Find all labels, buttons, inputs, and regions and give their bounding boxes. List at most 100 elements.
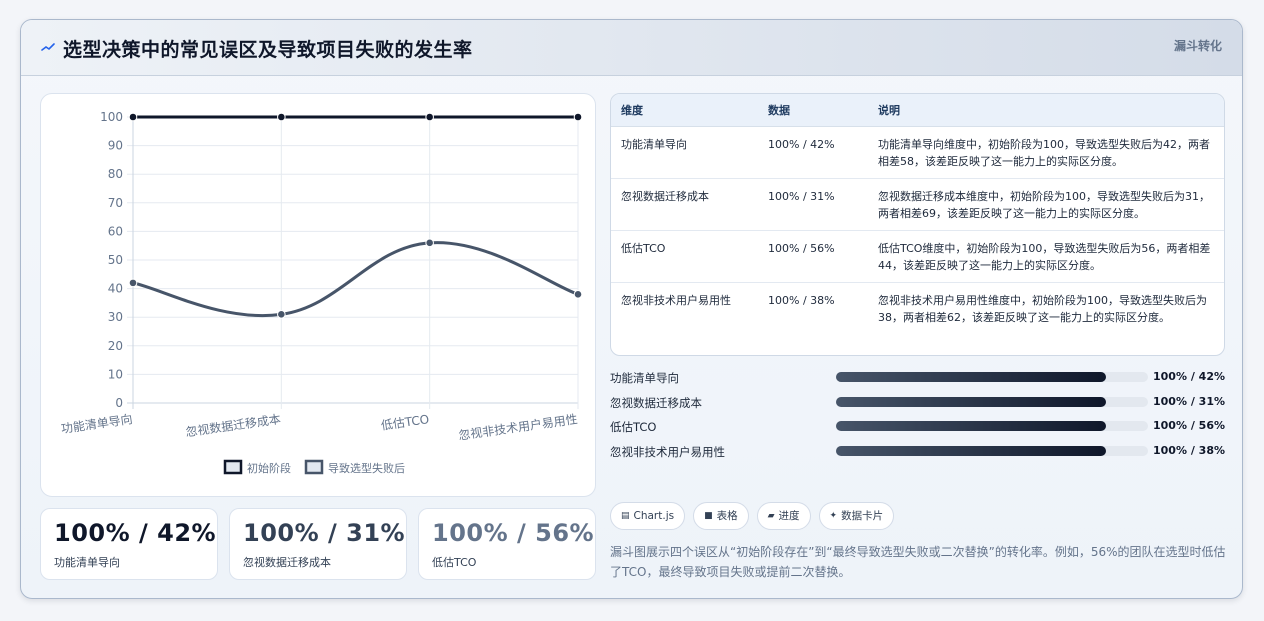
chip-progress[interactable]: ▰ 进度 [756, 502, 811, 530]
kpi-card-2: 100% / 31% 忽视数据迁移成本 [229, 508, 407, 580]
progress-row: 忽视非技术用户易用性 100% / 38% [610, 442, 1225, 467]
chip-label: Chart.js [633, 510, 675, 522]
table-cell: 忽视数据迁移成本维度中，初始阶段为100，导致选型失败后为31，两者相差69，该… [868, 178, 1224, 231]
legend-swatch [223, 459, 243, 475]
progress-fill [836, 372, 1106, 382]
kpi-card-3: 100% / 56% 低估TCO [418, 508, 596, 580]
table-header-row: 维度 数据 说明 [611, 94, 1224, 127]
table-cell: 100% / 38% [768, 293, 835, 307]
data-point [277, 310, 286, 319]
x-tick-label: 忽视非技术用户易用性 [457, 411, 578, 443]
data-point [425, 238, 434, 248]
x-tick-label: 功能清单导向 [60, 411, 133, 436]
kpi-label: 低估TCO [432, 556, 477, 569]
kpi-value: 100% / 42% [54, 519, 217, 547]
progress-track [836, 421, 1148, 432]
legend-swatch [304, 459, 324, 475]
progress-track [836, 396, 1148, 407]
chip-label: 进度 [778, 510, 800, 522]
progress-row: 功能清单导向 100% / 42% [610, 368, 1225, 393]
y-tick-label: 0 [115, 396, 123, 410]
kpi-value: 100% / 56% [432, 519, 595, 547]
y-tick-label: 10 [108, 367, 123, 381]
chart-icon: ▤ [621, 511, 630, 521]
column-header: 数据 [758, 94, 868, 127]
table-cell: 功能清单导向维度中，初始阶段为100，导致选型失败后为42，两者相差58，该差距… [868, 126, 1224, 179]
data-point [425, 112, 434, 122]
y-tick-label: 60 [108, 224, 123, 238]
table-row: 功能清单导向 100% / 42% 功能清单导向维度中，初始阶段为100，导致选… [611, 126, 1224, 179]
kpi-label: 功能清单导向 [54, 556, 120, 569]
chip-label: 表格 [716, 510, 738, 522]
y-tick-label: 80 [108, 167, 123, 181]
data-point [573, 112, 583, 122]
progress-value: 100% / 56% [1153, 419, 1225, 433]
data-point [277, 112, 286, 122]
progress-row: 忽视数据迁移成本 100% / 31% [610, 393, 1225, 418]
column-header: 说明 [868, 94, 1224, 127]
chart-type-tag: 漏斗转化 [1173, 39, 1222, 53]
feature-chip-list: ▤ Chart.js ■ 表格 ▰ 进度 ✦ 数据卡片 [610, 502, 895, 530]
y-tick-label: 100 [100, 110, 123, 124]
y-tick-label: 30 [108, 310, 123, 324]
trend-icon [41, 43, 55, 51]
kpi-card-1: 100% / 42% 功能清单导向 [40, 508, 218, 580]
card-header: 选型决策中的常见误区及导致项目失败的发生率 漏斗转化 [21, 20, 1242, 76]
progress-label: 功能清单导向 [610, 371, 679, 385]
legend-label: 初始阶段 [247, 461, 291, 475]
table-cell: 低估TCO [611, 230, 758, 283]
progress-value: 100% / 42% [1153, 370, 1225, 383]
y-tick-label: 40 [108, 282, 123, 296]
kpi-label: 忽视数据迁移成本 [243, 556, 331, 569]
progress-fill [836, 445, 1106, 456]
chip-label: 数据卡片 [841, 510, 884, 522]
progress-label: 低估TCO [610, 420, 657, 435]
y-tick-label: 90 [108, 139, 123, 153]
y-tick-label: 50 [108, 253, 123, 267]
progress-label: 忽视非技术用户易用性 [610, 444, 725, 459]
table-cell: 低估TCO维度中，初始阶段为100，导致选型失败后为56，两者相差44，该差距反… [868, 230, 1224, 283]
table-cell: 忽视非技术用户易用性 [621, 293, 731, 307]
progress-track [836, 372, 1148, 382]
progress-icon: ▰ [767, 511, 775, 521]
table-cell: 忽视非技术用户易用性维度中，初始阶段为100，导致选型失败后为38，两者相差62… [878, 293, 1207, 324]
progress-value: 100% / 38% [1153, 443, 1225, 457]
dashboard-card: 选型决策中的常见误区及导致项目失败的发生率 漏斗转化 0 10 20 30 40 50 60… [20, 19, 1243, 599]
line-chart: 0 10 20 30 40 50 60 70 80 90 100 功能清单导向 忽视数据迁移成本 低估TC… [60, 110, 583, 475]
page-title: 选型决策中的常见误区及导致项目失败的发生率 [63, 39, 473, 61]
line-chart-panel: 0 10 20 30 40 50 60 70 80 90 100 功能清单导向 忽视数据迁移成本 低估TC… [40, 93, 596, 497]
progress-bar-list: 功能清单导向 100% / 42% 忽视数据迁移成本 100% / 31% 低估… [610, 368, 1225, 466]
progress-track [836, 445, 1148, 456]
table-icon: ■ [704, 511, 713, 521]
legend-label: 导致选型失败后 [328, 461, 405, 475]
table-cell: 100% / 42% [758, 126, 868, 179]
chip-data-card[interactable]: ✦ 数据卡片 [818, 502, 895, 530]
table-cell: 100% / 56% [758, 230, 868, 283]
table-cell: 功能清单导向 [611, 126, 758, 179]
y-tick-label: 70 [108, 196, 123, 210]
column-header: 维度 [611, 94, 758, 127]
progress-fill [836, 421, 1106, 432]
chip-chartjs[interactable]: ▤ Chart.js [610, 502, 686, 530]
progress-label: 忽视数据迁移成本 [610, 395, 702, 410]
progress-row: 低估TCO 100% / 56% [610, 417, 1225, 442]
progress-value: 100% / 31% [1153, 394, 1225, 408]
data-table: 维度 数据 说明 功能清单导向 100% / 42% 功能清单导向维度中，初始阶… [610, 93, 1225, 356]
chart-description: 漏斗图展示四个误区从“初始阶段存在”到“最终导致选型失败或二次替换”的转化率。例… [610, 545, 1226, 579]
table-cell: 忽视数据迁移成本 [611, 178, 758, 231]
chip-table[interactable]: ■ 表格 [693, 502, 749, 530]
table-cell: 100% / 31% [758, 178, 868, 231]
data-point [573, 290, 583, 299]
table-row: 忽视非技术用户易用性 100% / 38% 忽视非技术用户易用性维度中，初始阶段… [611, 282, 1224, 334]
progress-fill [836, 396, 1106, 407]
card-icon: ✦ [829, 511, 838, 521]
table-row: 忽视数据迁移成本 100% / 31% 忽视数据迁移成本维度中，初始阶段为100… [611, 178, 1224, 231]
data-point [128, 278, 138, 288]
x-tick-label: 忽视数据迁移成本 [185, 411, 282, 439]
data-point [128, 112, 138, 122]
x-tick-label: 低估TCO [380, 412, 430, 433]
table-row: 低估TCO 100% / 56% 低估TCO维度中，初始阶段为100，导致选型失… [611, 230, 1224, 283]
series-line-2 [132, 241, 579, 317]
kpi-value: 100% / 31% [243, 519, 406, 547]
y-tick-label: 20 [108, 339, 123, 353]
